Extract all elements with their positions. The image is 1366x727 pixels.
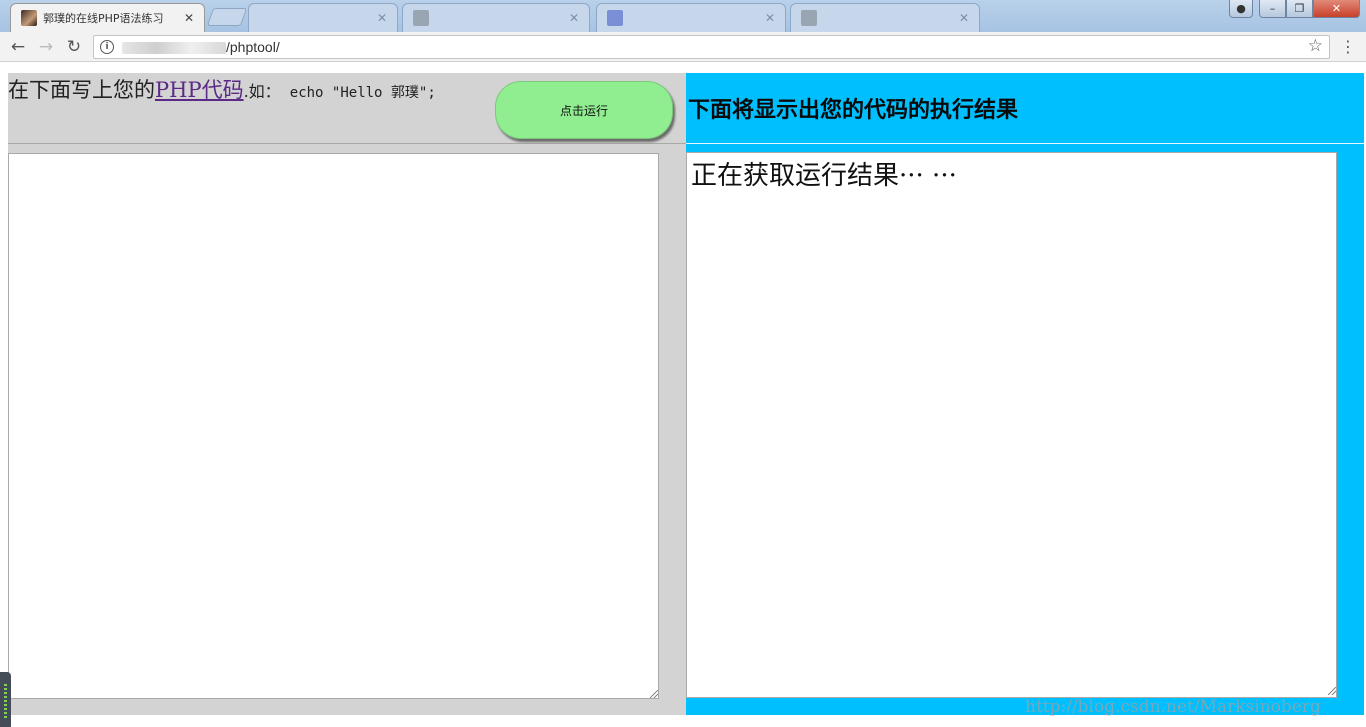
forward-arrow-icon[interactable]: → bbox=[36, 37, 56, 57]
close-window-button[interactable]: ✕ bbox=[1313, 0, 1360, 18]
page-content: 在下面写上您的PHP代码.如： echo "Hello 郭璞"; 点击运行 下面… bbox=[0, 63, 1366, 727]
side-meter-widget[interactable] bbox=[0, 672, 11, 727]
tab-3[interactable]: ✕ bbox=[402, 3, 590, 32]
menu-kebab-icon[interactable]: ⋮ bbox=[1340, 37, 1356, 56]
editor-header: 在下面写上您的PHP代码.如： echo "Hello 郭璞"; 点击运行 bbox=[8, 73, 686, 144]
editor-instructions: 在下面写上您的PHP代码.如： echo "Hello 郭璞"; bbox=[8, 74, 436, 104]
tab-2[interactable]: ✕ bbox=[248, 3, 398, 32]
close-tab-icon[interactable]: ✕ bbox=[569, 11, 579, 25]
close-tab-icon[interactable]: ✕ bbox=[377, 11, 387, 25]
page-favicon-icon bbox=[801, 10, 817, 26]
textarea-resize-grip-icon[interactable] bbox=[650, 690, 658, 698]
result-header: 下面将显示出您的代码的执行结果 bbox=[686, 73, 1364, 144]
info-icon[interactable]: i bbox=[100, 40, 114, 54]
tab-4[interactable]: ✕ bbox=[596, 3, 786, 32]
tab-5[interactable]: ✕ bbox=[790, 3, 980, 32]
url-path: /phptool/ bbox=[226, 39, 280, 55]
maximize-button[interactable]: ❐ bbox=[1286, 0, 1313, 18]
code-editor-panel: 在下面写上您的PHP代码.如： echo "Hello 郭璞"; 点击运行 bbox=[8, 73, 686, 715]
run-button[interactable]: 点击运行 bbox=[495, 81, 673, 139]
tab-title: 郭璞的在线PHP语法练习 bbox=[43, 12, 164, 25]
page-favicon-icon bbox=[413, 10, 429, 26]
bookmark-star-icon[interactable]: ☆ bbox=[1308, 36, 1323, 56]
minimize-button[interactable]: – bbox=[1259, 0, 1286, 18]
close-tab-icon[interactable]: ✕ bbox=[184, 11, 194, 25]
address-bar[interactable]: i /phptool/ ☆ bbox=[93, 35, 1330, 59]
result-resize-grip-icon[interactable] bbox=[1328, 687, 1336, 695]
reload-icon[interactable]: ↻ bbox=[64, 37, 84, 57]
close-tab-icon[interactable]: ✕ bbox=[959, 11, 969, 25]
new-tab-button[interactable] bbox=[206, 8, 248, 26]
result-panel: 下面将显示出您的代码的执行结果 正在获取运行结果··· ··· bbox=[686, 73, 1364, 715]
avatar-favicon-icon bbox=[21, 10, 37, 26]
tab-active[interactable]: 郭璞的在线PHP语法练习 ✕ bbox=[10, 3, 205, 32]
result-output[interactable]: 正在获取运行结果··· ··· bbox=[686, 152, 1337, 698]
back-arrow-icon[interactable]: ← bbox=[8, 37, 28, 57]
user-profile-icon[interactable]: ● bbox=[1229, 0, 1253, 18]
example-code: echo "Hello 郭璞"; bbox=[289, 85, 436, 101]
browser-toolbar: ← → ↻ i /phptool/ ☆ ⋮ bbox=[0, 32, 1366, 62]
close-tab-icon[interactable]: ✕ bbox=[765, 11, 775, 25]
result-title: 下面将显示出您的代码的执行结果 bbox=[688, 97, 1019, 123]
php-code-input[interactable] bbox=[8, 153, 659, 699]
watermark: http://blog.csdn.net/Marksinoberg bbox=[1025, 697, 1321, 717]
result-status-text: 正在获取运行结果··· ··· bbox=[691, 161, 957, 191]
page-favicon-icon bbox=[607, 10, 623, 26]
browser-titlebar: 郭璞的在线PHP语法练习 ✕ ✕ ✕ ✕ ✕ ● – ❐ ✕ bbox=[0, 0, 1366, 32]
php-code-link[interactable]: PHP代码 bbox=[155, 78, 244, 102]
intro-separator: .如： bbox=[243, 82, 281, 101]
url-host-redacted bbox=[122, 41, 226, 54]
intro-text: 在下面写上您的 bbox=[8, 78, 155, 102]
